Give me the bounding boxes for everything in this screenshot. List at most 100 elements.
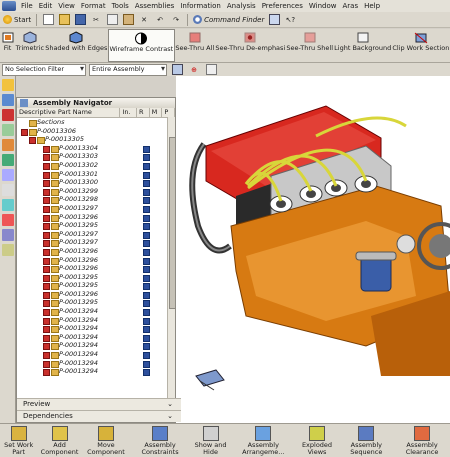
selection-scope-dropdown[interactable]: Entire Assembly: [89, 63, 167, 76]
constraint-navigator-tab-icon[interactable]: [2, 94, 14, 106]
trimetric-button[interactable]: Trimetric: [15, 29, 45, 62]
tree-row-part[interactable]: P-00013296: [17, 213, 175, 222]
tree-node-subassembly[interactable]: P-00013305: [17, 135, 175, 145]
open-button[interactable]: [57, 13, 71, 27]
redo-button[interactable]: ↷: [169, 13, 183, 27]
start-button[interactable]: Start: [2, 13, 32, 27]
tree-row-part[interactable]: P-00013297: [17, 230, 175, 239]
wireframe-contrast-button[interactable]: Wireframe Contrast: [107, 29, 175, 62]
set-work-part-button[interactable]: Set Work Part: [0, 424, 37, 457]
shaded-edges-button[interactable]: Shaded with Edges: [45, 29, 108, 62]
light-background-button[interactable]: Light Background: [334, 29, 392, 62]
part-navigator-tab-icon[interactable]: [2, 109, 14, 121]
assembly-arrangement-button[interactable]: Assembly Arrangeme...: [231, 424, 295, 457]
menu-format[interactable]: Format: [78, 2, 109, 10]
column-in[interactable]: In.: [120, 108, 138, 117]
tree-row-part[interactable]: P-00013300: [17, 178, 175, 188]
tree-row-part[interactable]: P-00013295: [17, 273, 175, 282]
tree-node-root[interactable]: P-00013306: [17, 127, 175, 136]
see-thru-shell-button[interactable]: See-Thru Shell: [286, 29, 334, 62]
cut-button[interactable]: ✂: [89, 13, 103, 27]
tree-row-part[interactable]: P-00013301: [17, 170, 175, 179]
clip-work-section-button[interactable]: Clip Work Section: [392, 29, 450, 62]
copy-button[interactable]: [105, 13, 119, 27]
tree-row-part[interactable]: P-00013297: [17, 204, 175, 213]
tree-row-part[interactable]: P-00013297: [17, 238, 175, 248]
menu-help[interactable]: Help: [361, 2, 383, 10]
tree-row-part[interactable]: P-00013295: [17, 281, 175, 291]
selection-filter-dropdown[interactable]: No Selection Filter: [2, 63, 86, 76]
add-component-button[interactable]: Add Component: [37, 424, 81, 457]
scrollbar-thumb[interactable]: [169, 137, 176, 309]
menu-assemblies[interactable]: Assemblies: [132, 2, 178, 10]
tree-row-part[interactable]: P-00013294: [17, 367, 175, 377]
engine-model[interactable]: [176, 76, 450, 423]
tree-row-part[interactable]: P-00013295: [17, 221, 175, 231]
dependencies-section[interactable]: Dependencies ⌄: [17, 410, 181, 422]
tree-row-part[interactable]: P-00013294: [17, 333, 175, 342]
tree-row-part[interactable]: P-00013294: [17, 307, 175, 317]
navigator-scrollbar[interactable]: [167, 117, 176, 400]
web-browser-tab-icon[interactable]: [2, 199, 14, 211]
window-button[interactable]: [267, 13, 281, 27]
show-hide-button[interactable]: Show and Hide: [190, 424, 231, 457]
visualization-tab-icon[interactable]: [2, 229, 14, 241]
assembly-navigator-tab-icon[interactable]: [2, 79, 14, 91]
menu-aras[interactable]: Aras: [339, 2, 361, 10]
palette-tab-icon[interactable]: [2, 214, 14, 226]
delete-button[interactable]: ✕: [137, 13, 151, 27]
tree-row-part[interactable]: P-00013296: [17, 290, 175, 299]
tree-row-part[interactable]: P-00013296: [17, 264, 175, 274]
menu-edit[interactable]: Edit: [36, 2, 56, 10]
tree-row-part[interactable]: P-00013304: [17, 144, 175, 153]
tree-row-part[interactable]: P-00013294: [17, 341, 175, 351]
tree-row-part[interactable]: P-00013294: [17, 324, 175, 334]
assembly-constraints-button[interactable]: Assembly Constraints: [130, 424, 190, 457]
tree-row-part[interactable]: P-00013294: [17, 350, 175, 360]
reuse-library-tab-icon[interactable]: [2, 124, 14, 136]
undo-button[interactable]: ↶: [153, 13, 167, 27]
menu-information[interactable]: Information: [177, 2, 224, 10]
tree-row-part[interactable]: P-00013302: [17, 161, 175, 170]
tree-row-part[interactable]: P-00013296: [17, 247, 175, 256]
tree-row-part[interactable]: P-00013295: [17, 298, 175, 308]
tree-row-part[interactable]: P-00013296: [17, 256, 175, 265]
history-tab-icon[interactable]: [2, 139, 14, 151]
menu-file[interactable]: File: [18, 2, 36, 10]
column-p[interactable]: P: [162, 108, 175, 117]
system-materials-tab-icon[interactable]: [2, 184, 14, 196]
task-tab-icon[interactable]: [2, 244, 14, 256]
tree-row-part[interactable]: P-00013298: [17, 195, 175, 205]
paste-button[interactable]: [121, 13, 135, 27]
tree-node-sections[interactable]: Sections: [17, 118, 175, 127]
graphics-window[interactable]: [176, 76, 450, 423]
filter-button[interactable]: [170, 63, 184, 77]
snap-options-button[interactable]: [204, 63, 218, 77]
tree-row-part[interactable]: P-00013299: [17, 187, 175, 196]
tree-row-part[interactable]: P-00013303: [17, 152, 175, 162]
process-studio-tab-icon[interactable]: [2, 154, 14, 166]
snap-point-button[interactable]: ⊕: [187, 63, 201, 77]
roles-tab-icon[interactable]: [2, 169, 14, 181]
see-thru-deemphasis-button[interactable]: See-Thru De-emphasi: [215, 29, 286, 62]
assembly-clearance-button[interactable]: Assembly Clearance: [394, 424, 450, 457]
checkbox-icon[interactable]: [43, 369, 50, 377]
column-r[interactable]: R: [137, 108, 150, 117]
menu-tools[interactable]: Tools: [109, 2, 132, 10]
exploded-views-button[interactable]: Exploded Views: [295, 424, 338, 457]
tree-row-part[interactable]: P-00013294: [17, 359, 175, 368]
save-button[interactable]: [73, 13, 87, 27]
column-descriptive-part-name[interactable]: Descriptive Part Name: [17, 108, 121, 117]
assembly-sequence-button[interactable]: Assembly Sequence: [339, 424, 394, 457]
command-finder-button[interactable]: Command Finder: [192, 13, 265, 27]
tree-row-part[interactable]: P-00013294: [17, 316, 175, 325]
new-button[interactable]: [41, 13, 55, 27]
menu-view[interactable]: View: [55, 2, 78, 10]
menu-analysis[interactable]: Analysis: [224, 2, 259, 10]
column-m[interactable]: M: [150, 108, 163, 117]
help-cursor-button[interactable]: ↖?: [283, 13, 297, 27]
preview-section[interactable]: Preview ⌄: [17, 398, 181, 410]
menu-window[interactable]: Window: [306, 2, 340, 10]
menu-preferences[interactable]: Preferences: [259, 2, 306, 10]
see-thru-all-button[interactable]: See-Thru All: [175, 29, 215, 62]
